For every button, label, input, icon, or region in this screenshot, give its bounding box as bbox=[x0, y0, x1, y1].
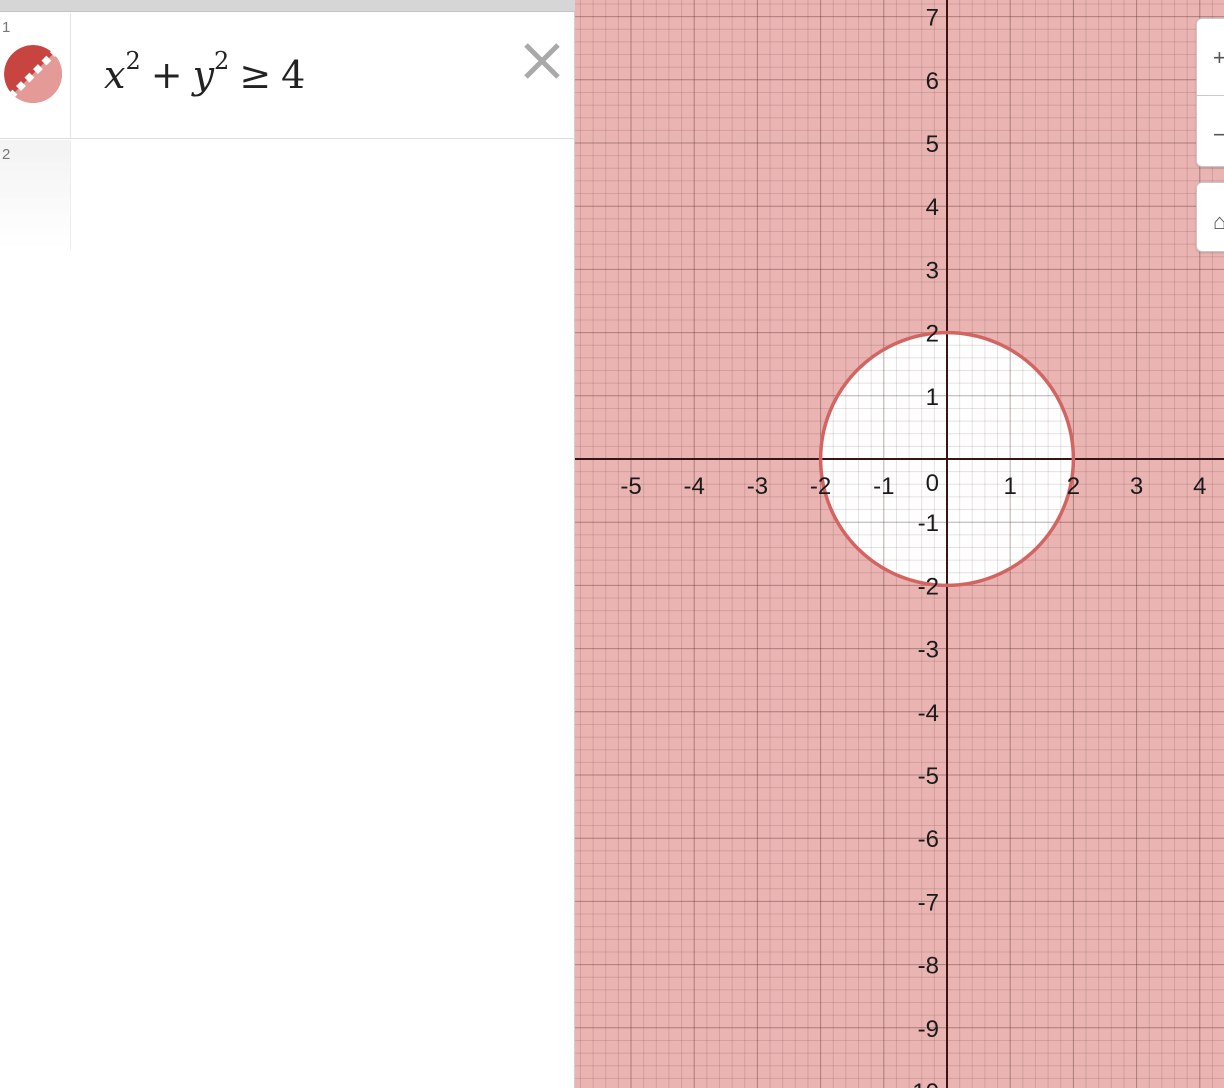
home-icon: ⌂ bbox=[1213, 209, 1224, 234]
panel-top-bar bbox=[0, 0, 575, 12]
shaded-region bbox=[575, 0, 1224, 1088]
expression-index: 1 bbox=[2, 19, 11, 36]
expression-gutter: 2 bbox=[0, 140, 71, 250]
color-toggle-icon[interactable] bbox=[4, 45, 62, 103]
x-tick-label: -2 bbox=[810, 473, 831, 500]
close-icon bbox=[524, 43, 560, 79]
y-tick-label: -3 bbox=[918, 637, 939, 664]
x-tick-label: 1 bbox=[1004, 473, 1017, 500]
y-tick-label: 2 bbox=[926, 321, 939, 348]
math-y-exponent: 2 bbox=[214, 47, 230, 75]
y-tick-label: -5 bbox=[918, 763, 939, 790]
x-tick-label: -5 bbox=[620, 473, 641, 500]
y-tick-label: -9 bbox=[918, 1016, 939, 1043]
expression-math[interactable]: x2 + y2 ≥4 bbox=[104, 47, 306, 97]
y-tick-label: -7 bbox=[918, 889, 939, 916]
y-tick-label: 5 bbox=[926, 131, 939, 158]
y-tick-label: 1 bbox=[926, 384, 939, 411]
x-tick-label: 3 bbox=[1130, 473, 1143, 500]
expression-row-2[interactable]: 2 bbox=[0, 140, 575, 250]
minus-icon: − bbox=[1213, 122, 1224, 147]
delete-expression-button[interactable] bbox=[520, 39, 564, 83]
x-tick-label: 2 bbox=[1067, 473, 1080, 500]
x-tick-label: -4 bbox=[684, 473, 705, 500]
graph-canvas[interactable]: -5 -4 -3 -2 -1 0 1 2 3 4 7 6 5 4 3 2 1 -1 -2 -3 -4 -5 -6 -7 -8 -9… bbox=[575, 0, 1224, 1088]
y-tick-label: 6 bbox=[926, 68, 939, 95]
y-tick-label: -10 bbox=[904, 1079, 939, 1088]
x-tick-label: -3 bbox=[747, 473, 768, 500]
y-tick-label: 3 bbox=[926, 257, 939, 284]
x-tick-label: 4 bbox=[1193, 473, 1206, 500]
zoom-out-button[interactable]: − bbox=[1196, 95, 1224, 167]
graph-svg: -5 -4 -3 -2 -1 0 1 2 3 47654321-1-2-3-4-5-6-7-8-9… bbox=[575, 0, 1224, 1088]
y-tick-label: 7 bbox=[926, 5, 939, 32]
expression-index: 2 bbox=[2, 146, 11, 163]
math-x: x bbox=[104, 53, 126, 97]
expression-gutter: 1 bbox=[0, 13, 71, 138]
y-tick-label: -4 bbox=[918, 700, 939, 727]
expression-list: 1 x2 + y2 ≥4 2 bbox=[0, 0, 575, 1088]
zoom-in-button[interactable]: + bbox=[1196, 18, 1224, 96]
y-tick-label: -2 bbox=[918, 573, 939, 600]
math-rhs: 4 bbox=[281, 53, 306, 97]
math-y: y bbox=[192, 53, 215, 97]
x-tick-label: -1 bbox=[873, 473, 894, 500]
y-tick-label: -6 bbox=[918, 826, 939, 853]
math-x-exponent: 2 bbox=[125, 47, 141, 75]
y-tick-label: -8 bbox=[918, 953, 939, 980]
y-tick-label: -1 bbox=[918, 510, 939, 537]
plus-icon: + bbox=[1213, 45, 1224, 70]
home-button[interactable]: ⌂ bbox=[1196, 182, 1224, 252]
math-plus: + bbox=[150, 53, 183, 97]
y-tick-label: 4 bbox=[926, 194, 939, 221]
expression-row-1[interactable]: 1 x2 + y2 ≥4 bbox=[0, 13, 575, 139]
origin-label: 0 bbox=[926, 470, 939, 497]
math-relation: ≥ bbox=[239, 53, 272, 97]
